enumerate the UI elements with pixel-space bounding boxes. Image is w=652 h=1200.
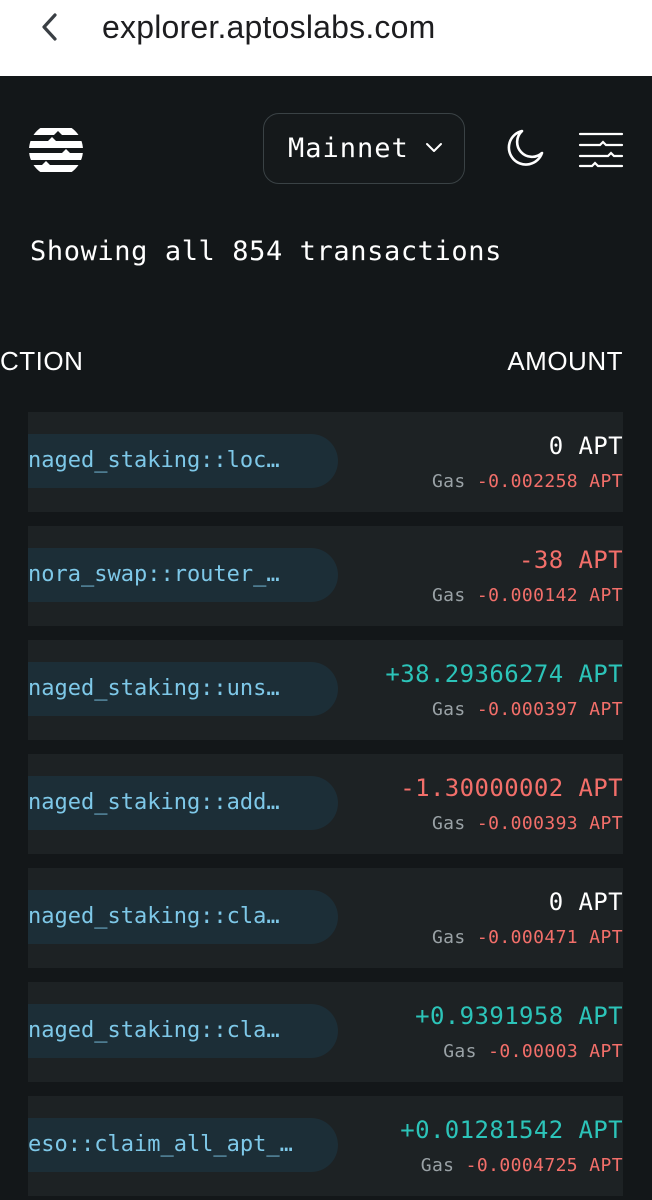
- menu-icon[interactable]: [578, 130, 624, 170]
- function-pill[interactable]: naged_staking::loc…: [28, 434, 338, 488]
- gas-value: -0.000471 APT: [476, 927, 623, 948]
- network-selector[interactable]: Mainnet: [263, 113, 465, 184]
- transaction-row[interactable]: nora_swap::router_… -38 APT Gas -0.00014…: [28, 526, 623, 626]
- gas-fee: Gas -0.00003 APT: [443, 1040, 623, 1064]
- function-pill[interactable]: naged_staking::cla…: [28, 1004, 338, 1058]
- amount-value: -38 APT: [519, 546, 623, 574]
- gas-fee: Gas -0.000471 APT: [432, 926, 623, 950]
- transaction-row[interactable]: naged_staking::loc… 0 APT Gas -0.002258 …: [28, 412, 623, 512]
- gas-label: Gas: [431, 471, 466, 492]
- transaction-row[interactable]: naged_staking::cla… +0.9391958 APT Gas -…: [28, 982, 623, 1082]
- transaction-row[interactable]: naged_staking::uns… +38.29366274 APT Gas…: [28, 640, 623, 740]
- function-pill[interactable]: nora_swap::router_…: [28, 548, 338, 602]
- transaction-row[interactable]: naged_staking::cla… 0 APT Gas -0.000471 …: [28, 868, 623, 968]
- amount-value: +0.9391958 APT: [415, 1002, 623, 1030]
- gas-fee: Gas -0.000393 APT: [432, 812, 623, 836]
- network-label: Mainnet: [288, 133, 409, 164]
- amount-value: -1.30000002 APT: [400, 774, 623, 802]
- function-pill[interactable]: naged_staking::add…: [28, 776, 338, 830]
- gas-value: -0.000142 APT: [476, 585, 623, 606]
- gas-value: -0.00003 APT: [488, 1041, 623, 1062]
- function-pill[interactable]: naged_staking::uns…: [28, 662, 338, 716]
- column-header-amount: AMOUNT: [507, 346, 623, 376]
- moon-icon[interactable]: [502, 127, 546, 171]
- gas-value: -0.002258 APT: [476, 471, 623, 492]
- function-pill[interactable]: eso::claim_all_apt_…: [28, 1118, 338, 1172]
- back-chevron-icon[interactable]: [38, 12, 64, 42]
- function-pill[interactable]: naged_staking::cla…: [28, 890, 338, 944]
- transactions-summary: Showing all 854 transactions: [30, 236, 502, 267]
- amount-value: +38.29366274 APT: [385, 660, 623, 688]
- gas-fee: Gas -0.002258 APT: [432, 470, 623, 494]
- transaction-row[interactable]: naged_staking::add… -1.30000002 APT Gas …: [28, 754, 623, 854]
- gas-label: Gas: [431, 585, 466, 606]
- transaction-row[interactable]: eso::claim_all_apt_… +0.01281542 APT Gas…: [28, 1096, 623, 1196]
- aptos-logo-icon[interactable]: [28, 122, 84, 178]
- chevron-down-icon: [424, 140, 444, 156]
- amount-value: 0 APT: [548, 432, 623, 460]
- amount-value: 0 APT: [548, 888, 623, 916]
- amount-value: +0.01281542 APT: [400, 1116, 623, 1144]
- gas-fee: Gas -0.000142 APT: [432, 584, 623, 608]
- gas-fee: Gas -0.0004725 APT: [421, 1154, 623, 1178]
- browser-url-bar: explorer.aptoslabs.com: [0, 0, 652, 76]
- gas-label: Gas: [431, 699, 466, 720]
- gas-value: -0.000393 APT: [476, 813, 623, 834]
- gas-label: Gas: [443, 1041, 477, 1062]
- gas-fee: Gas -0.000397 APT: [432, 698, 623, 722]
- gas-value: -0.0004725 APT: [465, 1155, 623, 1176]
- url-text[interactable]: explorer.aptoslabs.com: [102, 6, 435, 48]
- column-header-function: CTION: [0, 346, 84, 376]
- gas-label: Gas: [431, 813, 466, 834]
- gas-label: Gas: [420, 1155, 455, 1176]
- gas-label: Gas: [431, 927, 466, 948]
- gas-value: -0.000397 APT: [476, 699, 623, 720]
